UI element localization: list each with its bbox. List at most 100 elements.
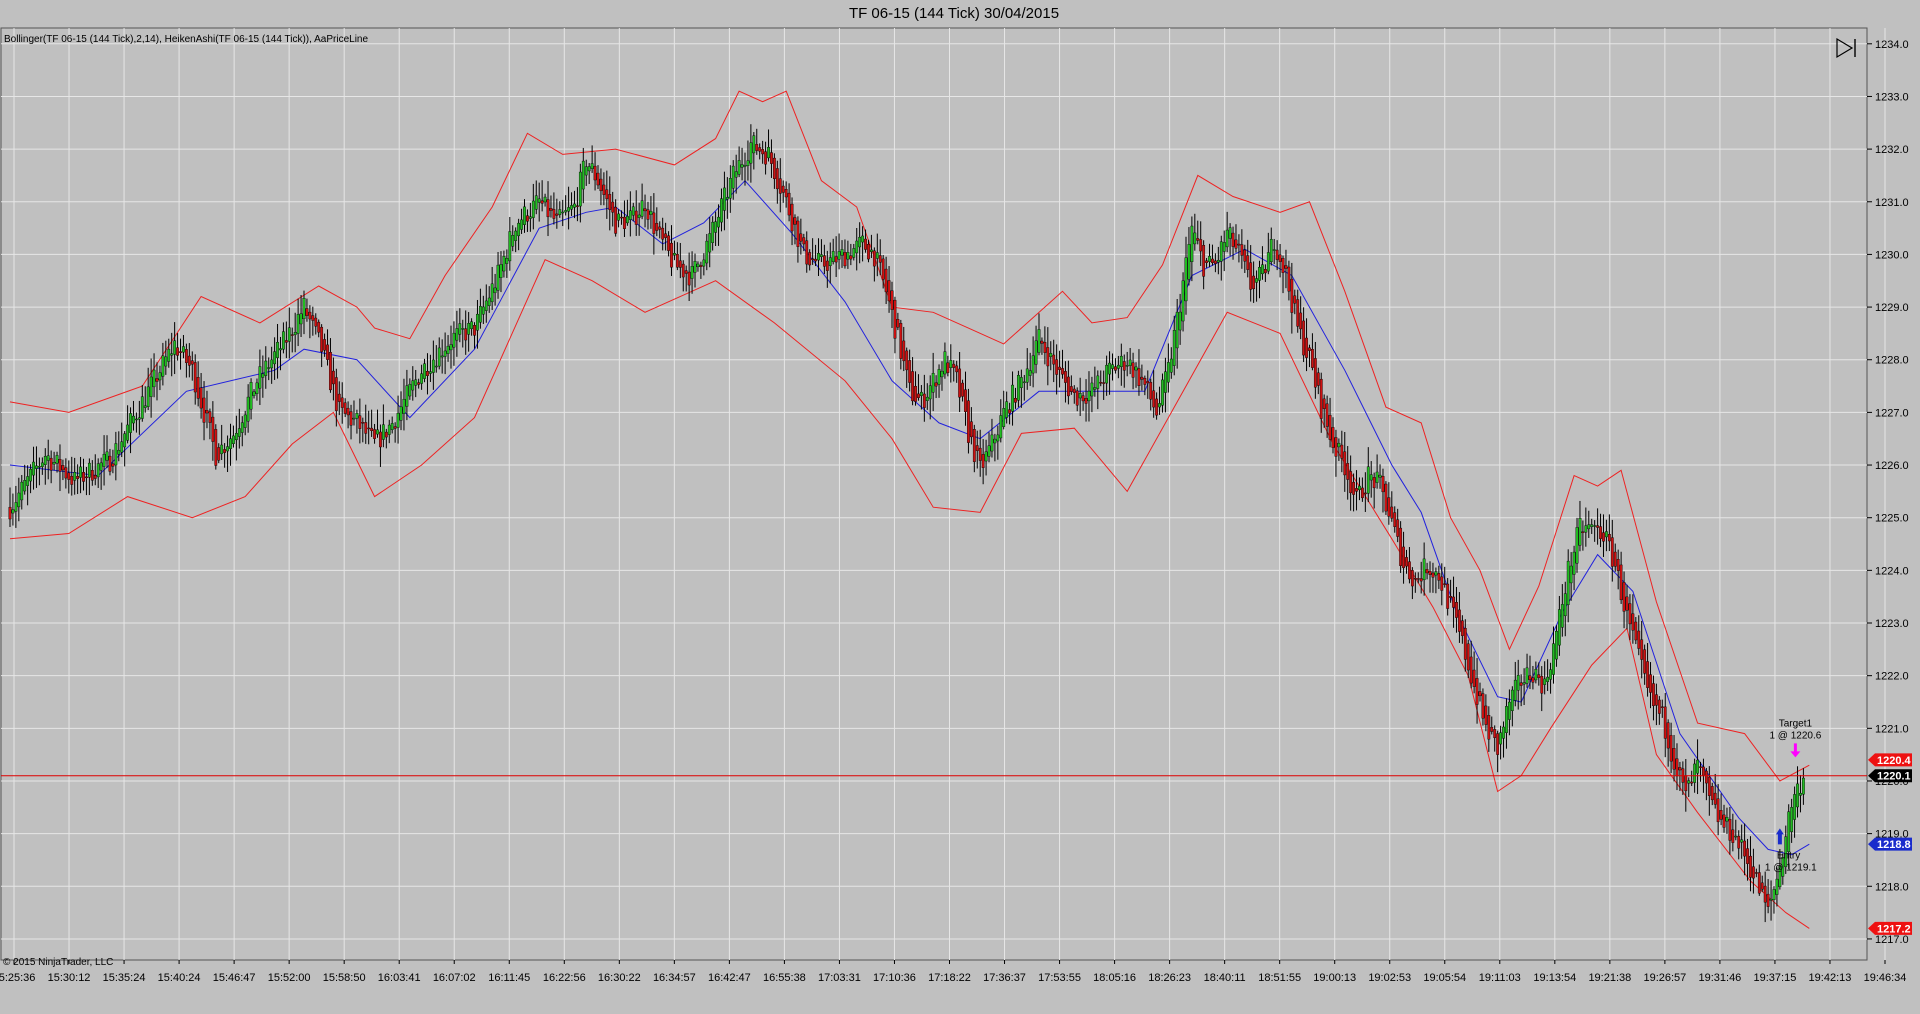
candle-body-up	[520, 219, 523, 230]
candle-body-up	[711, 221, 715, 243]
candle-body-up	[1169, 358, 1173, 373]
candle-body-down	[111, 463, 115, 467]
candle-body-down	[1284, 265, 1288, 269]
candle-body-down	[190, 360, 194, 365]
x-axis[interactable]: 15:25:36 15:30:12 15:35:24 15:40:24 15:46:47…	[0, 960, 1906, 984]
candle-body-down	[1046, 347, 1050, 367]
candle-body-down	[1440, 576, 1444, 591]
candle-body-up	[23, 480, 27, 492]
candle-body-up	[1125, 365, 1129, 367]
candle-body-down	[1328, 414, 1332, 440]
candle-body-down	[1713, 792, 1717, 805]
candle-body-down	[681, 263, 685, 278]
candle-body-down	[1478, 691, 1482, 697]
y-axis[interactable]: 1217.01218.01219.01220.01221.01222.01223…	[1867, 39, 1909, 946]
candle-body-down	[864, 238, 867, 250]
candle-body-down	[1481, 693, 1485, 719]
x-tick-label: 15:30:12	[48, 972, 91, 984]
candle-body-up	[1605, 531, 1608, 538]
y-tick-label: 1230.0	[1875, 249, 1909, 261]
candle-body-up	[1193, 232, 1197, 245]
candle-body-down	[1081, 395, 1085, 402]
candle-body-up	[1019, 377, 1023, 388]
candle-body-down	[1649, 674, 1652, 693]
candle-body-down	[334, 377, 338, 411]
candle-body-down	[346, 407, 350, 416]
candle-body-up	[1696, 759, 1699, 774]
candle-body-up	[120, 441, 124, 453]
x-tick-label: 19:02:53	[1368, 972, 1411, 984]
candle-body-down	[893, 299, 897, 339]
candle-body-up	[693, 261, 697, 273]
candle-body-down	[981, 454, 985, 468]
candle-body-up	[1222, 242, 1226, 252]
candle-body-up	[578, 171, 582, 207]
candle-body-down	[808, 252, 812, 266]
candle-body-down	[1749, 855, 1752, 878]
candle[interactable]	[1399, 521, 1403, 573]
candle-body-up	[1269, 239, 1273, 263]
candle-body-up	[626, 216, 629, 224]
x-tick-label: 16:30:22	[598, 972, 641, 984]
candle[interactable]	[214, 424, 218, 470]
candle-body-up	[452, 332, 456, 348]
candle-body-down	[1152, 390, 1156, 408]
candle-body-down	[1646, 661, 1649, 688]
candle-body-up	[1105, 364, 1109, 384]
candle-body-up	[875, 252, 879, 259]
candle-body-up	[352, 417, 356, 420]
candle-body-down	[202, 397, 206, 423]
candle-body-down	[1596, 525, 1600, 528]
candle-body-down	[473, 325, 476, 336]
candle-body-up	[1590, 524, 1594, 527]
candle-body-up	[114, 443, 118, 466]
price-panel[interactable]	[0, 27, 1868, 961]
candle-body-up	[1255, 278, 1258, 283]
candle-body-down	[343, 402, 347, 414]
candle-body-up	[767, 147, 770, 159]
candle-body-up	[1793, 794, 1796, 820]
candle-body-up	[1787, 811, 1791, 852]
candle-body-down	[972, 429, 976, 462]
candle-body-up	[1190, 225, 1194, 263]
candle-body-down	[914, 385, 917, 402]
x-tick-label: 15:58:50	[323, 972, 366, 984]
candle-body-up	[243, 414, 247, 428]
candle-body-up	[1187, 244, 1191, 280]
candle-body-down	[1372, 477, 1376, 489]
candle-body-down	[1416, 578, 1420, 580]
candle-body-up	[429, 371, 432, 374]
candle-body-up	[1555, 630, 1558, 660]
candle[interactable]	[1384, 481, 1388, 515]
candle-body-down	[1352, 481, 1355, 495]
candle-body-up	[943, 351, 947, 375]
candle-body-up	[1378, 474, 1382, 478]
candle-body-up	[617, 213, 620, 221]
candle-body-down	[1275, 249, 1279, 260]
candle-body-down	[1672, 748, 1676, 770]
candle-body-up	[11, 509, 15, 514]
candle-body-down	[1278, 254, 1282, 262]
candle-body-down	[1199, 239, 1203, 252]
candle-body-down	[896, 319, 900, 328]
candle-body-down	[658, 226, 662, 230]
candle-body-down	[620, 216, 623, 219]
candle-body-down	[214, 429, 218, 466]
candle-body-up	[158, 372, 162, 381]
candle-body-up	[1790, 807, 1794, 832]
candle-body-up	[29, 468, 32, 482]
candle-body-down	[64, 467, 68, 479]
candle-body-down	[1716, 798, 1720, 823]
candle-body-up	[1725, 817, 1729, 822]
candle-body-down	[193, 362, 197, 393]
candle-body-down	[1405, 557, 1408, 567]
candle-body-down	[49, 457, 53, 471]
candle-body-down	[684, 270, 688, 274]
candle-body-up	[390, 423, 394, 431]
candle-body-up	[937, 369, 941, 385]
candle-body-down	[364, 422, 368, 434]
x-tick-label: 15:46:47	[213, 972, 256, 984]
x-tick-label: 16:11:45	[488, 972, 530, 984]
candle-body-down	[546, 199, 550, 218]
candle-body-up	[990, 434, 994, 452]
